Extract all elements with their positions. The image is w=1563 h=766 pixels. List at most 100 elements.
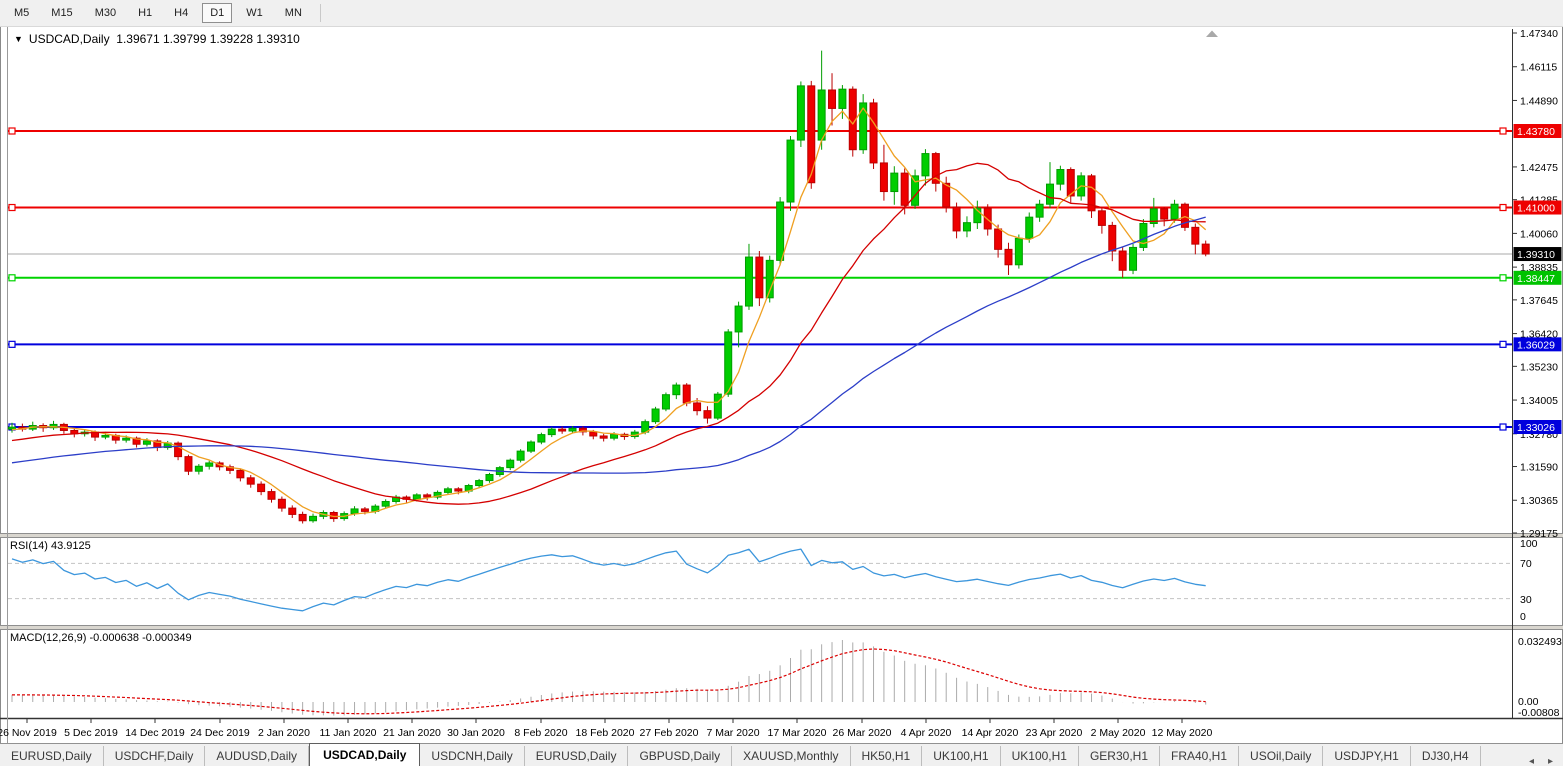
date-tick-label: 17 Mar 2020 <box>768 727 827 739</box>
candle-body <box>1036 204 1043 217</box>
timeframe-button-m5[interactable]: M5 <box>6 3 37 23</box>
candle-body <box>725 332 732 394</box>
timeframe-button-d1[interactable]: D1 <box>202 3 232 23</box>
level-line-anchor[interactable] <box>9 205 15 211</box>
timeframe-button-h4[interactable]: H4 <box>166 3 196 23</box>
tab-scroll-left-icon[interactable]: ◂ <box>1529 756 1534 766</box>
candle-body <box>995 229 1002 249</box>
tab-usdjpy-h1[interactable]: USDJPY,H1 <box>1323 746 1410 766</box>
candle-body <box>590 432 597 436</box>
candle-body <box>1015 238 1022 264</box>
price-tick-label: 1.30365 <box>1520 495 1558 507</box>
tab-usdchf-daily[interactable]: USDCHF,Daily <box>104 746 206 766</box>
tab-xauusd-monthly[interactable]: XAUUSD,Monthly <box>732 746 850 766</box>
tab-eurusd-daily[interactable]: EURUSD,Daily <box>525 746 629 766</box>
macd-axis-label: 0.032493 <box>1518 636 1562 648</box>
tab-hk50-h1[interactable]: HK50,H1 <box>851 746 923 766</box>
rsi-axis-label: 100 <box>1520 538 1538 550</box>
rsi-pane: 10070300 <box>8 538 1538 623</box>
candle-body <box>662 395 669 409</box>
candle-body <box>569 428 576 431</box>
candle-body <box>237 470 244 477</box>
tab-uk100-h1[interactable]: UK100,H1 <box>922 746 1000 766</box>
candle-body <box>1098 211 1105 226</box>
candle-body <box>963 223 970 231</box>
price-badge-label: 1.33026 <box>1517 422 1555 434</box>
candle-body <box>455 489 462 491</box>
level-line-anchor[interactable] <box>1500 341 1506 347</box>
tab-audusd-daily[interactable]: AUDUSD,Daily <box>205 746 309 766</box>
price-tick-label: 1.34005 <box>1520 395 1558 407</box>
timeframe-button-w1[interactable]: W1 <box>238 3 271 23</box>
level-line-anchor[interactable] <box>9 275 15 281</box>
macd-signal-line <box>12 649 1206 714</box>
date-tick-label: 18 Feb 2020 <box>576 727 635 739</box>
macd-axis-label: -0.00808 <box>1518 707 1560 719</box>
level-line-anchor[interactable] <box>1500 128 1506 134</box>
date-tick-label: 24 Dec 2019 <box>190 727 250 739</box>
level-line-anchor[interactable] <box>9 128 15 134</box>
date-tick-label: 14 Apr 2020 <box>962 727 1019 739</box>
candle-body <box>310 516 317 520</box>
candle-body <box>777 202 784 260</box>
macd-indicator-label: MACD(12,26,9) -0.000638 -0.000349 <box>10 632 192 644</box>
candle-body <box>818 90 825 140</box>
candle-body <box>351 509 358 514</box>
toolbar-separator <box>320 4 321 22</box>
price-badge-label: 1.38447 <box>1517 273 1555 285</box>
tab-uk100-h1[interactable]: UK100,H1 <box>1001 746 1079 766</box>
chart-dropdown-icon[interactable]: ▼ <box>14 34 23 44</box>
date-tick-label: 26 Mar 2020 <box>833 727 892 739</box>
date-tick-label: 21 Jan 2020 <box>383 727 441 739</box>
ma-fast-line <box>12 108 1206 517</box>
tab-eurusd-daily[interactable]: EURUSD,Daily <box>0 746 104 766</box>
candle-body <box>797 86 804 140</box>
candle-body <box>735 306 742 332</box>
candle-body <box>787 140 794 202</box>
level-line-anchor[interactable] <box>1500 275 1506 281</box>
candle-body <box>1192 227 1199 244</box>
level-line-anchor[interactable] <box>1500 424 1506 430</box>
tab-gbpusd-daily[interactable]: GBPUSD,Daily <box>628 746 732 766</box>
price-tick-label: 1.44890 <box>1520 95 1558 107</box>
trading-terminal: { "toolbar": { "timeframes": [ {"label":… <box>0 0 1563 766</box>
date-tick-label: 2 May 2020 <box>1091 727 1146 739</box>
tab-scroll-right-icon[interactable]: ▸ <box>1548 756 1553 766</box>
candle-body <box>611 434 618 438</box>
price-badge-label: 1.41000 <box>1517 203 1555 215</box>
timeframe-button-m15[interactable]: M15 <box>43 3 80 23</box>
candle-body <box>538 435 545 442</box>
candle-body <box>880 163 887 192</box>
macd-pane: 0.0324930.00-0.00808 <box>12 636 1562 719</box>
tab-dj30-h4[interactable]: DJ30,H4 <box>1411 746 1481 766</box>
candle-body <box>1202 244 1209 254</box>
candle-body <box>123 438 130 440</box>
candle-body <box>486 475 493 481</box>
level-line-anchor[interactable] <box>9 341 15 347</box>
candle-body <box>901 173 908 205</box>
tab-fra40-h1[interactable]: FRA40,H1 <box>1160 746 1239 766</box>
level-line-anchor[interactable] <box>1500 205 1506 211</box>
date-tick-label: 30 Jan 2020 <box>447 727 505 739</box>
candle-body <box>870 103 877 163</box>
timeframe-button-mn[interactable]: MN <box>277 3 310 23</box>
timeframe-button-m30[interactable]: M30 <box>87 3 124 23</box>
tab-usdcnh-daily[interactable]: USDCNH,Daily <box>420 746 524 766</box>
tab-ger30-h1[interactable]: GER30,H1 <box>1079 746 1160 766</box>
chart-chrome <box>0 27 1563 743</box>
candle-body <box>507 460 514 467</box>
candle-body <box>704 411 711 418</box>
date-tick-label: 4 Apr 2020 <box>901 727 952 739</box>
candle-body <box>9 427 16 429</box>
tab-usdcad-daily[interactable]: USDCAD,Daily <box>309 743 420 766</box>
candle-body <box>912 176 919 205</box>
candle-body <box>922 154 929 176</box>
price-tick-label: 1.47340 <box>1520 28 1558 40</box>
tab-usoil-daily[interactable]: USOil,Daily <box>1239 746 1323 766</box>
chart-svg: 26 Nov 20195 Dec 201914 Dec 201924 Dec 2… <box>0 0 1563 766</box>
price-tick-label: 1.37645 <box>1520 295 1558 307</box>
candle-body <box>1026 217 1033 238</box>
timeframe-button-h1[interactable]: H1 <box>130 3 160 23</box>
symbol-tab-bar: EURUSD,DailyUSDCHF,DailyAUDUSD,DailyUSDC… <box>0 743 1563 766</box>
candle-body <box>382 501 389 506</box>
